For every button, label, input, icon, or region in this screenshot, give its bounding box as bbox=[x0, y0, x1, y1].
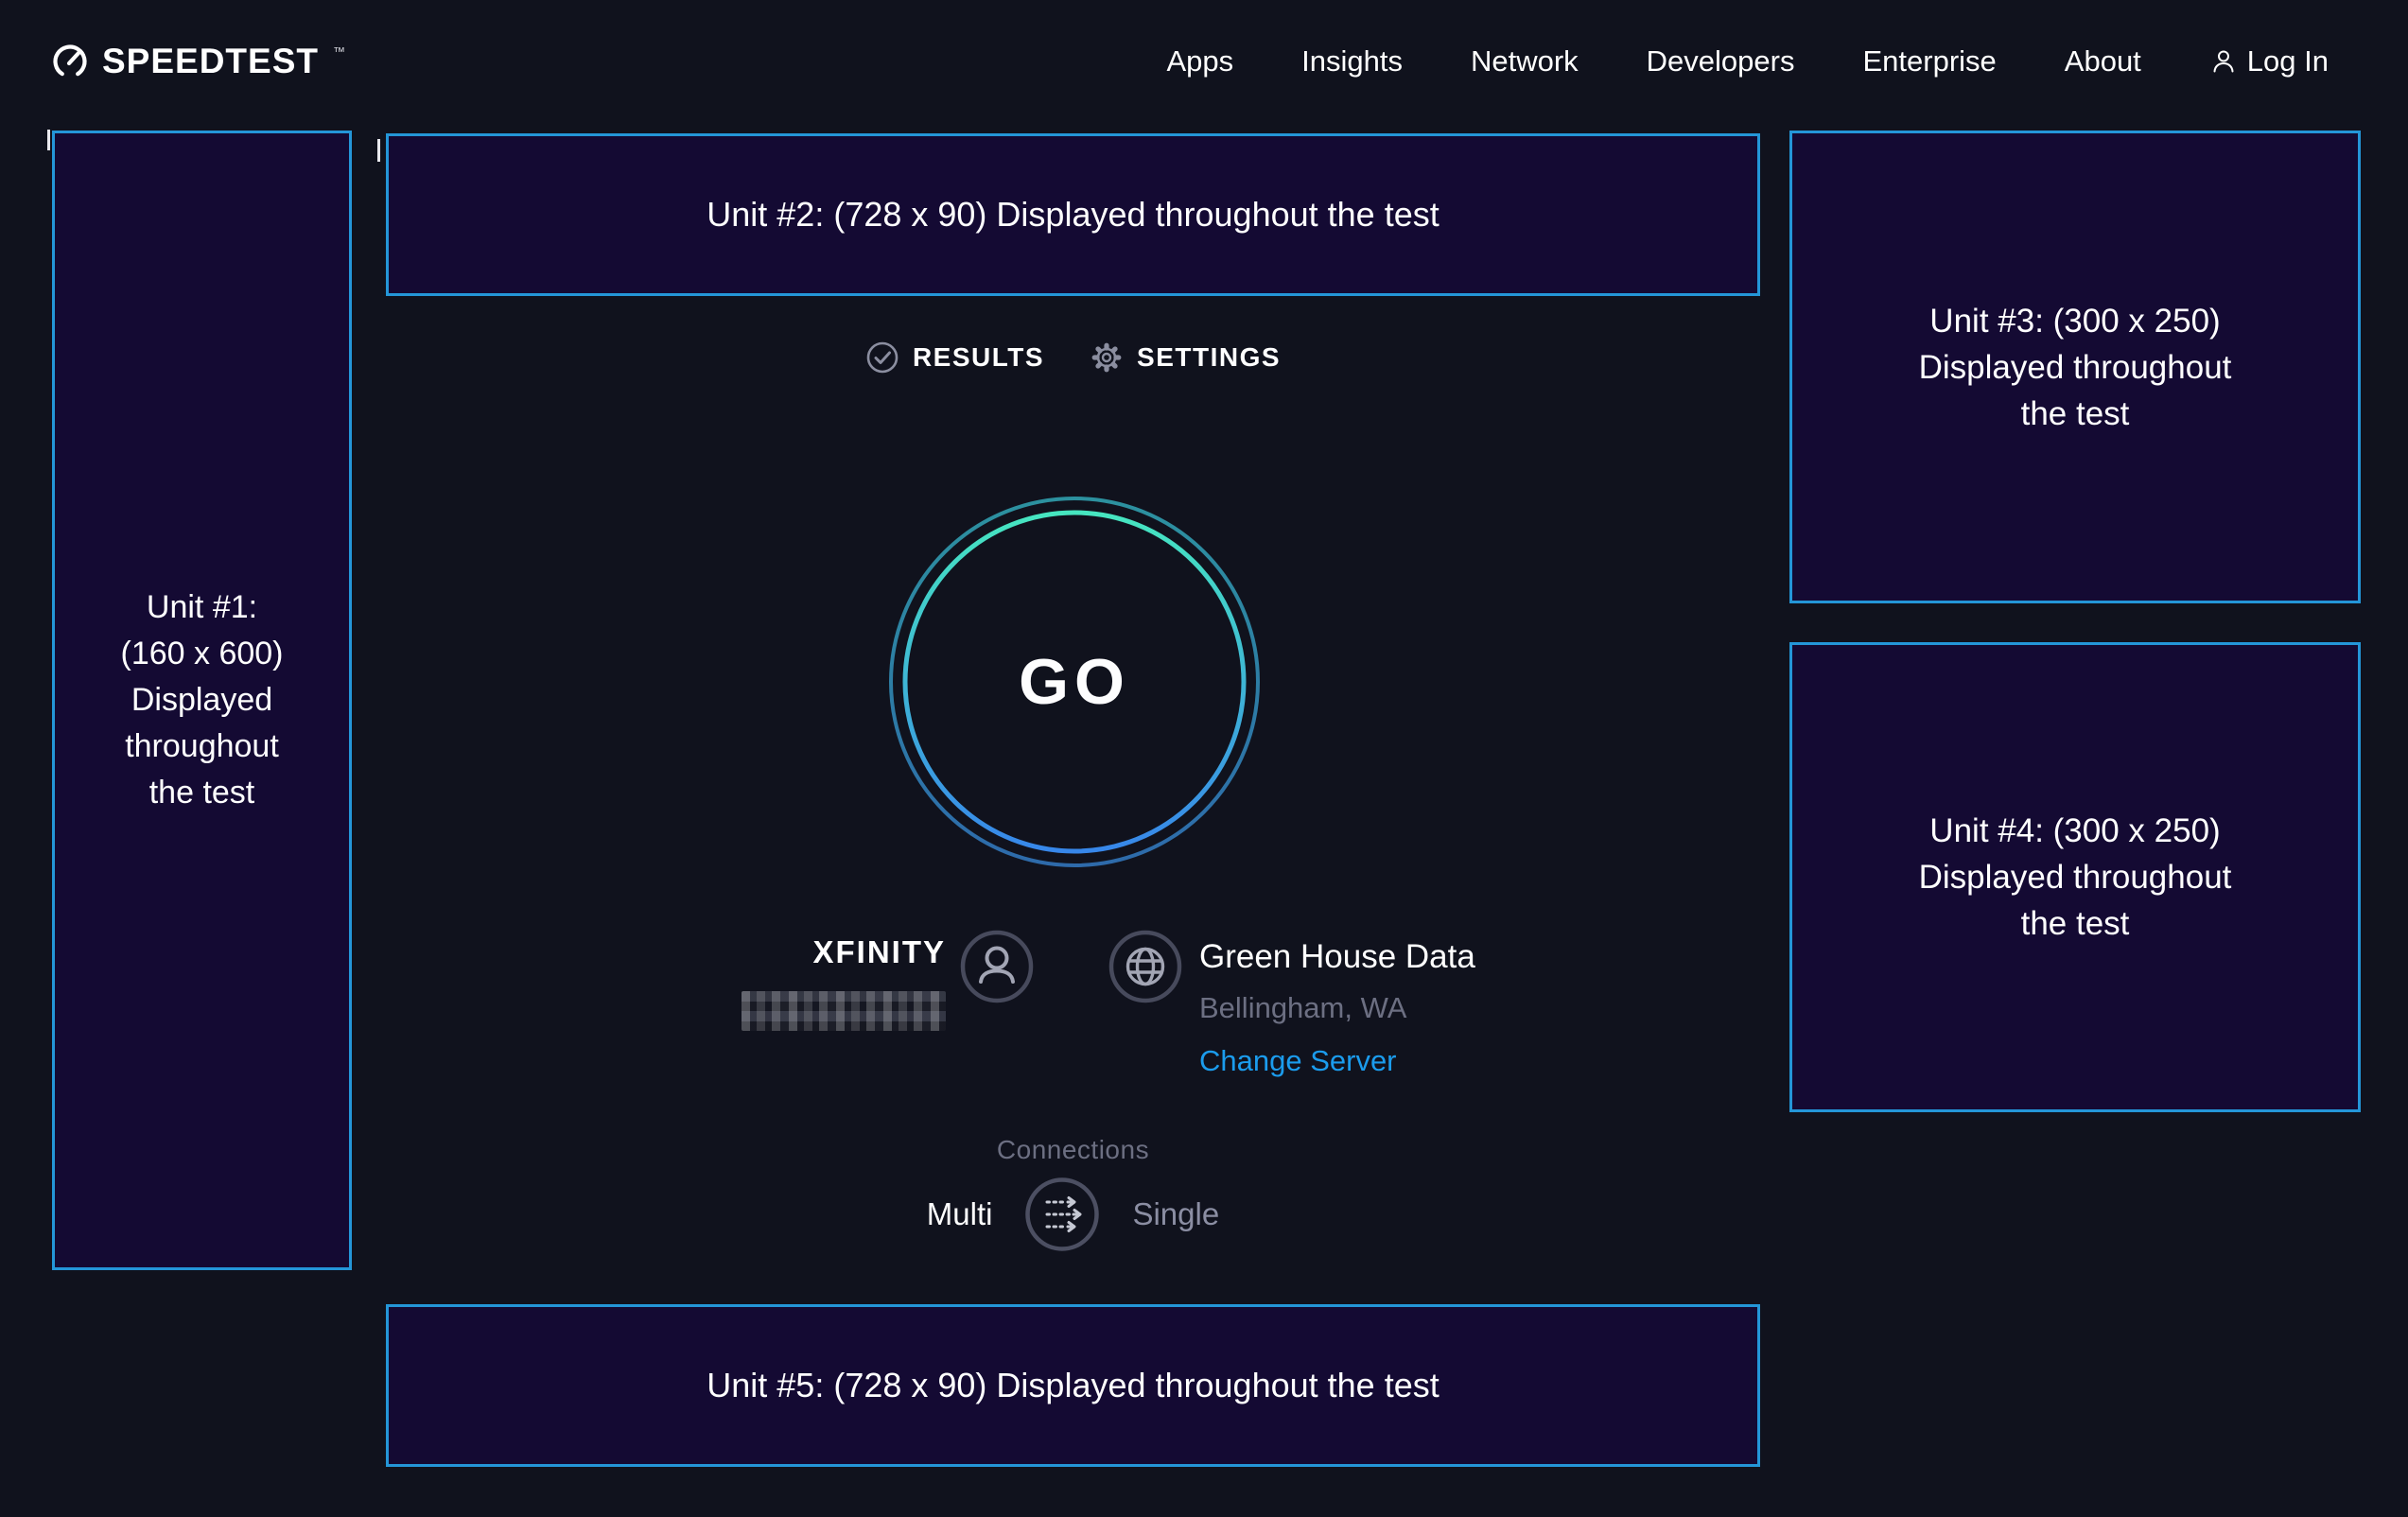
connections-row: Multi Single bbox=[386, 1177, 1760, 1252]
connections-toggle[interactable] bbox=[1024, 1177, 1100, 1252]
ad-unit-4-line: Unit #4: (300 x 250) bbox=[1929, 808, 2220, 854]
ad-unit-5-text: Unit #5: (728 x 90) Displayed throughout… bbox=[707, 1366, 1439, 1405]
ad-unit-4-line: Displayed throughout bbox=[1919, 854, 2232, 900]
server-info: Green House Data Bellingham, WA Change S… bbox=[1199, 938, 1475, 1078]
login-button[interactable]: Log In bbox=[2209, 44, 2329, 78]
ad-unit-4-line: the test bbox=[2021, 900, 2130, 947]
connections-multi-label[interactable]: Multi bbox=[927, 1196, 993, 1232]
ad-unit-2[interactable]: Unit #2: (728 x 90) Displayed throughout… bbox=[386, 133, 1760, 296]
tab-settings[interactable]: SETTINGS bbox=[1090, 340, 1281, 375]
tab-results-label: RESULTS bbox=[913, 342, 1044, 373]
nav-link-apps[interactable]: Apps bbox=[1166, 44, 1233, 78]
ad-unit-1-line: throughout bbox=[125, 724, 279, 770]
login-label: Log In bbox=[2247, 44, 2329, 78]
brand-name: SPEEDTEST bbox=[102, 43, 319, 80]
results-settings-tabs: RESULTS SETTINGS bbox=[386, 340, 1760, 375]
header: SPEEDTEST ™ Apps Insights Network Develo… bbox=[0, 0, 2408, 110]
ad-unit-1[interactable]: Unit #1: (160 x 600) Displayed throughou… bbox=[52, 131, 352, 1270]
go-label: GO bbox=[888, 496, 1261, 868]
tab-settings-label: SETTINGS bbox=[1137, 342, 1281, 373]
ad-unit-1-line: (160 x 600) bbox=[121, 631, 284, 677]
ad-unit-1-line: Unit #1: bbox=[147, 584, 257, 631]
connections-single-label[interactable]: Single bbox=[1132, 1196, 1219, 1232]
nav-link-insights[interactable]: Insights bbox=[1301, 44, 1403, 78]
ad-unit-1-line: the test bbox=[149, 770, 255, 816]
main-nav: Apps Insights Network Developers Enterpr… bbox=[1166, 44, 2329, 78]
nav-link-enterprise[interactable]: Enterprise bbox=[1862, 44, 1996, 78]
caret-artifact bbox=[47, 130, 50, 150]
caret-artifact bbox=[377, 139, 380, 162]
ad-unit-3-line: the test bbox=[2021, 391, 2130, 437]
nav-link-network[interactable]: Network bbox=[1471, 44, 1579, 78]
redacted-ip-blur bbox=[742, 991, 946, 1031]
ad-unit-3-line: Displayed throughout bbox=[1919, 344, 2232, 391]
speedtest-page: SPEEDTEST ™ Apps Insights Network Develo… bbox=[0, 0, 2408, 1517]
nav-link-about[interactable]: About bbox=[2065, 44, 2141, 78]
server-name: Green House Data bbox=[1199, 938, 1475, 976]
ad-unit-1-line: Displayed bbox=[131, 677, 272, 724]
ad-unit-4[interactable]: Unit #4: (300 x 250) Displayed throughou… bbox=[1789, 642, 2361, 1112]
ad-unit-3[interactable]: Unit #3: (300 x 250) Displayed throughou… bbox=[1789, 131, 2361, 603]
trademark-mark: ™ bbox=[333, 44, 345, 59]
provider-user-icon bbox=[960, 930, 1034, 1003]
brand-logo[interactable]: SPEEDTEST ™ bbox=[51, 43, 345, 80]
server-location: Bellingham, WA bbox=[1199, 991, 1475, 1025]
nav-link-developers[interactable]: Developers bbox=[1647, 44, 1795, 78]
change-server-link[interactable]: Change Server bbox=[1199, 1044, 1397, 1078]
check-circle-icon bbox=[865, 340, 899, 375]
speedtest-gauge-icon bbox=[51, 43, 89, 80]
gear-icon bbox=[1090, 340, 1124, 375]
ad-unit-2-text: Unit #2: (728 x 90) Displayed throughout… bbox=[707, 195, 1439, 235]
person-icon bbox=[2209, 47, 2238, 76]
provider-name: XFINITY bbox=[662, 934, 946, 970]
ad-unit-3-line: Unit #3: (300 x 250) bbox=[1929, 298, 2220, 344]
ad-unit-5[interactable]: Unit #5: (728 x 90) Displayed throughout… bbox=[386, 1304, 1760, 1467]
server-globe-icon bbox=[1108, 930, 1182, 1003]
tab-results[interactable]: RESULTS bbox=[865, 340, 1044, 375]
go-button[interactable]: GO bbox=[888, 496, 1261, 868]
connections-label: Connections bbox=[386, 1135, 1760, 1165]
